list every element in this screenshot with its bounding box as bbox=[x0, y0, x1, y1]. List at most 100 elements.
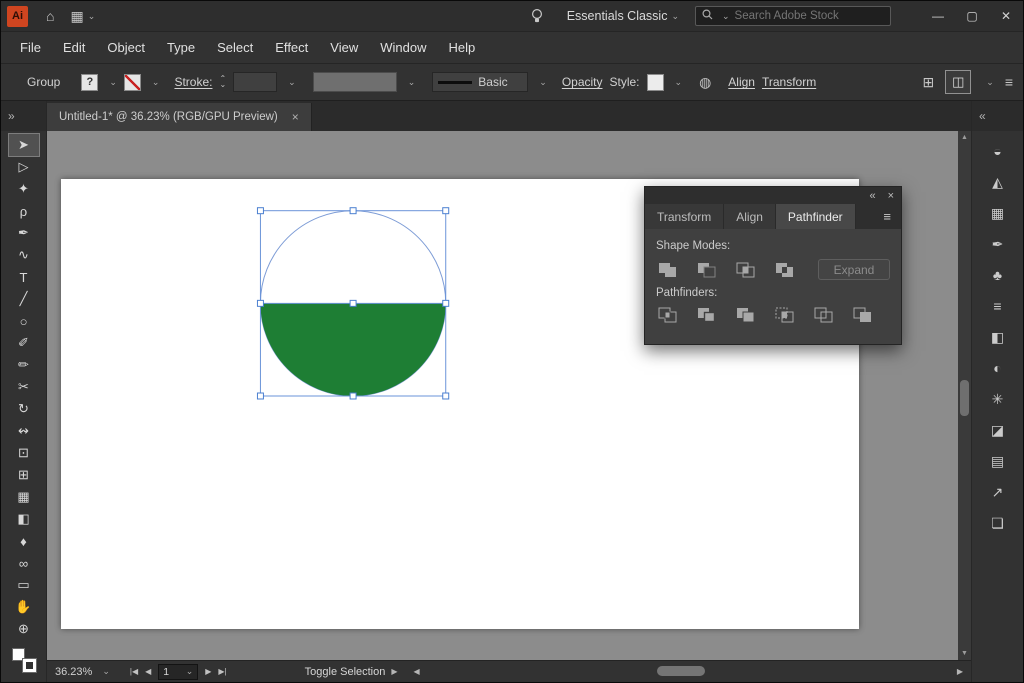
stroke-color-swatch[interactable] bbox=[124, 74, 141, 91]
artboard-tool[interactable]: ▭ bbox=[9, 574, 39, 596]
shape-builder-tool[interactable]: ⊞ bbox=[9, 464, 39, 486]
pen-tool[interactable]: ✒ bbox=[9, 222, 39, 244]
menu-type[interactable]: Type bbox=[156, 32, 206, 63]
scissors-tool[interactable]: ✂ bbox=[9, 376, 39, 398]
document-tab[interactable]: Untitled-1* @ 36.23% (RGB/GPU Preview) × bbox=[47, 103, 312, 131]
type-tool[interactable]: T bbox=[9, 266, 39, 288]
stroke-panel-link[interactable]: Stroke: bbox=[174, 75, 212, 89]
workspace-grid-icon[interactable]: ▦ ⌄ bbox=[70, 8, 95, 25]
status-expand-icon[interactable]: ▶ bbox=[391, 667, 397, 676]
swatches-panel-icon[interactable]: ▦ bbox=[985, 202, 1011, 224]
zoom-level-dropdown[interactable]: 36.23% ⌄ bbox=[55, 666, 114, 678]
menu-object[interactable]: Object bbox=[96, 32, 156, 63]
menu-select[interactable]: Select bbox=[206, 32, 264, 63]
vertical-scroll-thumb[interactable] bbox=[960, 380, 969, 416]
canvas[interactable]: « × Transform Align Pathfinder ≡ Shape M… bbox=[47, 131, 971, 660]
panel-menu-icon[interactable]: ≡ bbox=[873, 204, 901, 229]
stroke-swatch[interactable] bbox=[23, 659, 36, 672]
exclude-icon[interactable] bbox=[773, 261, 795, 279]
line-segment-tool[interactable]: ╱ bbox=[9, 288, 39, 310]
graphic-style-swatch[interactable] bbox=[647, 74, 664, 91]
tab-align[interactable]: Align bbox=[724, 204, 776, 229]
trim-icon[interactable] bbox=[695, 306, 717, 324]
vertical-scrollbar[interactable]: ▲ ▼ bbox=[958, 131, 971, 660]
arrange-documents-icon[interactable]: ⊞ bbox=[923, 74, 935, 91]
align-link[interactable]: Align bbox=[728, 75, 755, 89]
layers-panel-icon[interactable]: ▤ bbox=[985, 450, 1011, 472]
chevron-down-icon[interactable]: ⌄ bbox=[288, 77, 296, 88]
expand-button[interactable]: Expand bbox=[818, 259, 890, 280]
chevron-down-icon[interactable]: ⌄ bbox=[152, 77, 160, 88]
tab-close-icon[interactable]: × bbox=[292, 110, 299, 124]
symbols-panel-icon[interactable]: ♣ bbox=[985, 264, 1011, 286]
gradient-panel-icon[interactable]: ◧ bbox=[985, 326, 1011, 348]
stepper-down-icon[interactable]: ⌄ bbox=[219, 82, 226, 88]
minimize-button[interactable]: — bbox=[921, 1, 955, 31]
intersect-icon[interactable] bbox=[734, 261, 756, 279]
brush-definition-dropdown[interactable]: Basic bbox=[432, 72, 528, 92]
menu-window[interactable]: Window bbox=[369, 32, 437, 63]
recolor-artwork-icon[interactable]: ◍ bbox=[699, 74, 711, 91]
shaper-tool[interactable]: ✏ bbox=[9, 354, 39, 376]
close-button[interactable]: ✕ bbox=[989, 1, 1023, 31]
minus-front-icon[interactable] bbox=[695, 261, 717, 279]
fill-color-swatch[interactable]: ? bbox=[81, 74, 98, 91]
curvature-tool[interactable]: ∿ bbox=[9, 244, 39, 266]
maximize-button[interactable]: ▢ bbox=[955, 1, 989, 31]
adobe-stock-search[interactable]: ⌄ bbox=[695, 6, 891, 26]
transform-link[interactable]: Transform bbox=[762, 75, 816, 89]
workspace-switcher[interactable]: Essentials Classic ⌄ bbox=[567, 9, 679, 23]
panel-dock-collapse[interactable]: « bbox=[972, 101, 1023, 131]
color-panel-icon[interactable]: ◒ bbox=[985, 140, 1011, 162]
chevron-down-icon[interactable]: ⌄ bbox=[675, 77, 683, 88]
horizontal-scroll-thumb[interactable] bbox=[657, 666, 705, 676]
menu-help[interactable]: Help bbox=[437, 32, 486, 63]
toolbar-collapse[interactable]: » bbox=[1, 101, 46, 131]
crop-icon[interactable] bbox=[773, 306, 795, 324]
stroke-panel-icon[interactable]: ≡ bbox=[985, 295, 1011, 317]
artboards-panel-icon[interactable]: ❏ bbox=[985, 512, 1011, 534]
brushes-panel-icon[interactable]: ✒ bbox=[985, 233, 1011, 255]
merge-icon[interactable] bbox=[734, 306, 756, 324]
outline-icon[interactable] bbox=[812, 306, 834, 324]
selection-tool[interactable]: ➤ bbox=[9, 134, 39, 156]
color-guide-panel-icon[interactable]: ◭ bbox=[985, 171, 1011, 193]
chevron-down-icon[interactable]: ⌄ bbox=[986, 77, 994, 88]
lightbulb-icon[interactable] bbox=[531, 9, 543, 24]
next-artboard-button[interactable]: ▶ bbox=[205, 667, 211, 676]
scroll-down-icon[interactable]: ▼ bbox=[961, 650, 968, 657]
graphic-styles-panel-icon[interactable]: ◪ bbox=[985, 419, 1011, 441]
minus-back-icon[interactable] bbox=[851, 306, 873, 324]
magic-wand-tool[interactable]: ✦ bbox=[9, 178, 39, 200]
direct-selection-tool[interactable]: ▷ bbox=[9, 156, 39, 178]
menu-view[interactable]: View bbox=[319, 32, 369, 63]
previous-artboard-button[interactable]: ◀ bbox=[145, 667, 151, 676]
transparency-panel-icon[interactable]: ◐ bbox=[985, 357, 1011, 379]
horizontal-scrollbar[interactable] bbox=[431, 666, 946, 677]
ellipse-tool[interactable]: ○ bbox=[9, 310, 39, 332]
menu-edit[interactable]: Edit bbox=[52, 32, 96, 63]
tab-transform[interactable]: Transform bbox=[645, 204, 724, 229]
width-profile-dropdown[interactable] bbox=[313, 72, 397, 92]
mesh-tool[interactable]: ▦ bbox=[9, 486, 39, 508]
scroll-left-icon[interactable]: ◀ bbox=[414, 667, 420, 676]
status-display[interactable]: Toggle Selection bbox=[305, 666, 386, 678]
stroke-weight-field[interactable] bbox=[233, 72, 277, 92]
artboard-number-dropdown[interactable]: 1 ⌄ bbox=[158, 664, 198, 680]
menu-file[interactable]: File bbox=[9, 32, 52, 63]
asset-export-panel-icon[interactable]: ↗ bbox=[985, 481, 1011, 503]
rotate-tool[interactable]: ↻ bbox=[9, 398, 39, 420]
width-tool[interactable]: ↭ bbox=[9, 420, 39, 442]
divide-icon[interactable] bbox=[656, 306, 678, 324]
blend-tool[interactable]: ∞ bbox=[9, 552, 39, 574]
menu-effect[interactable]: Effect bbox=[264, 32, 319, 63]
scroll-right-icon[interactable]: ▶ bbox=[957, 667, 963, 676]
appearance-panel-icon[interactable]: ✳ bbox=[985, 388, 1011, 410]
paintbrush-tool[interactable]: ✐ bbox=[9, 332, 39, 354]
chevron-down-icon[interactable]: ⌄ bbox=[539, 77, 547, 88]
fill-stroke-indicator[interactable] bbox=[11, 647, 37, 673]
first-artboard-button[interactable]: |◀ bbox=[130, 667, 138, 676]
zoom-tool[interactable]: ⊕ bbox=[9, 618, 39, 640]
control-menu-icon[interactable]: ≡ bbox=[1005, 74, 1013, 90]
hand-tool[interactable]: ✋ bbox=[9, 596, 39, 618]
